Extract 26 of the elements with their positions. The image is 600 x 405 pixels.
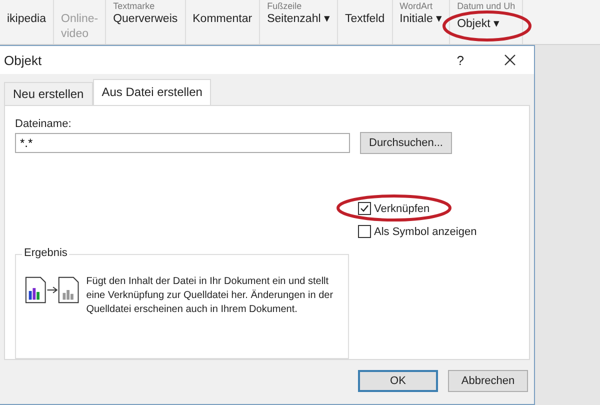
tab[interactable]: Neu erstellen — [4, 82, 93, 105]
tab[interactable]: Aus Datei erstellen — [92, 79, 212, 105]
result-description: Fügt den Inhalt der Datei in Ihr Dokument ein und stellt eine Verknüpfung zur Quelldatei her. Änderungen in der Quelldatei erscheinen auch in Ihrem Dokument. — [86, 275, 334, 317]
ribbon-item[interactable]: Textfeld — [344, 12, 385, 27]
ribbon-item[interactable]: Fußzeile — [267, 0, 302, 12]
ribbon-item[interactable]: WordArt — [400, 0, 432, 12]
ribbon-item[interactable]: Kommentar — [192, 12, 252, 27]
checkbox-label[interactable]: Als Symbol anzeigen — [374, 226, 477, 238]
ribbon-item[interactable]: Datum und Uh — [457, 0, 516, 12]
ribbon-item[interactable]: Seitenzahl ▾ — [267, 12, 330, 27]
filename-field[interactable]: *.* — [15, 133, 350, 153]
close-icon[interactable] — [504, 54, 516, 66]
ribbon-item[interactable]: Querverweis — [113, 12, 178, 27]
dialog-button[interactable]: Abbrechen — [448, 370, 528, 392]
ribbon-item[interactable]: Initiale ▾ — [400, 12, 442, 27]
ribbon-item[interactable]: Textmarke — [113, 0, 155, 12]
checkbox[interactable] — [358, 225, 371, 238]
group-title: Ergebnis — [22, 247, 70, 259]
file-link-drawing — [24, 275, 80, 305]
ribbon-item[interactable]: ikipedia — [7, 12, 46, 27]
checkbox[interactable] — [358, 202, 371, 215]
window-title: Objekt — [4, 52, 43, 68]
dialog-button[interactable]: OK — [358, 370, 438, 392]
field-label: Dateiname: — [15, 118, 72, 130]
browse-button[interactable]: Durchsuchen... — [360, 132, 452, 154]
help-button[interactable]: ? — [456, 52, 464, 68]
